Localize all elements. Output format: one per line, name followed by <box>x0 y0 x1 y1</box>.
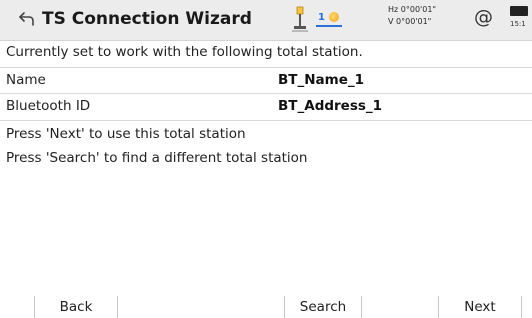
prism-constant: 1 <box>318 12 325 23</box>
divider <box>0 93 532 94</box>
softkey-separator <box>521 296 522 318</box>
v-angle: V 0°00'01" <box>388 17 432 26</box>
title-bar: TS Connection Wizard 1 Hz 0°00'01" V 0°0… <box>0 0 532 41</box>
at-icon[interactable]: @ <box>474 6 493 28</box>
softkey-separator <box>361 296 362 318</box>
field-label-name: Name <box>6 72 46 88</box>
search-button[interactable]: Search <box>285 296 361 318</box>
field-value-bluetooth-id: BT_Address_1 <box>278 98 383 114</box>
field-label-bluetooth-id: Bluetooth ID <box>6 98 91 114</box>
battery-bar <box>510 6 528 16</box>
ts-connection-wizard-screen: TS Connection Wizard 1 Hz 0°00'01" V 0°0… <box>0 0 532 318</box>
softkey-bar: Back Search Next <box>0 296 532 318</box>
angle-readout[interactable]: Hz 0°00'01" V 0°00'01" <box>388 4 436 28</box>
softkey-separator <box>117 296 118 318</box>
instruction-next: Press 'Next' to use this total station <box>6 126 246 142</box>
battery-time: 15:1 <box>510 20 526 28</box>
prism-icon[interactable] <box>290 6 310 32</box>
divider <box>0 120 532 121</box>
next-button[interactable]: Next <box>439 296 521 318</box>
prism-underline <box>316 25 342 27</box>
battery-icon[interactable]: 15:1 <box>510 4 532 34</box>
hz-angle: Hz 0°00'01" <box>388 5 437 14</box>
field-value-name: BT_Name_1 <box>278 72 365 88</box>
back-arrow-icon[interactable] <box>18 10 36 28</box>
prism-status-icon <box>329 12 339 22</box>
back-button[interactable]: Back <box>35 296 117 318</box>
page-title: TS Connection Wizard <box>42 9 252 29</box>
instruction-search: Press 'Search' to find a different total… <box>6 150 308 166</box>
intro-text: Currently set to work with the following… <box>6 44 363 60</box>
divider <box>0 67 532 68</box>
